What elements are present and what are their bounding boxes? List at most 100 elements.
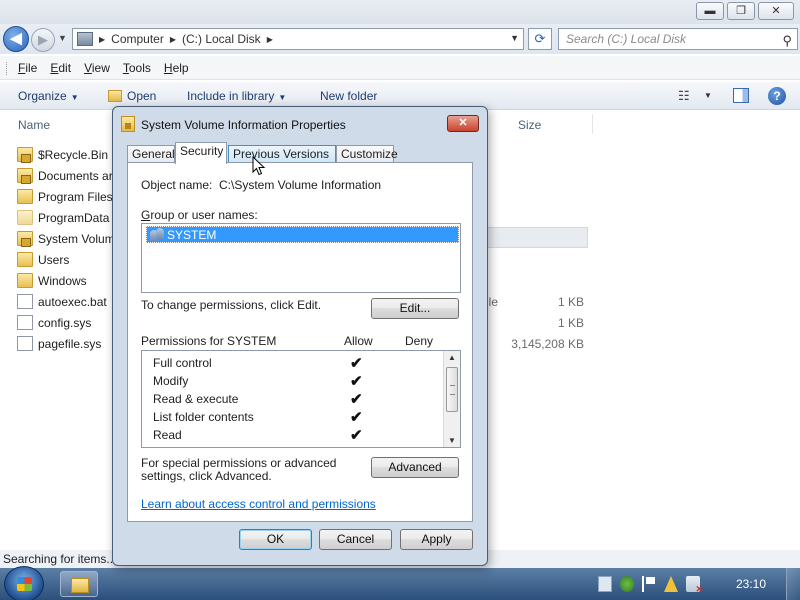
permissions-list[interactable]: Full control ✔ Modify ✔ Read & execute ✔…: [141, 350, 461, 448]
file-name: autoexec.bat: [38, 295, 107, 309]
new-folder-button[interactable]: New folder: [320, 89, 377, 103]
tab-previous-versions[interactable]: Previous Versions: [228, 145, 336, 163]
show-desktop-button[interactable]: [786, 568, 800, 600]
refresh-button[interactable]: ⟳: [528, 28, 552, 50]
properties-dialog: System Volume Information Properties ✕ G…: [112, 106, 488, 566]
file-name: config.sys: [38, 316, 92, 330]
change-view-icon[interactable]: ☷: [678, 88, 690, 104]
permission-name: List folder contents: [153, 410, 254, 424]
menu-grip: [6, 62, 9, 75]
menu-edit[interactable]: Edit: [50, 61, 71, 75]
address-bar[interactable]: ▶ Computer ▶ (C:) Local Disk ▶ ▼: [72, 28, 524, 50]
permission-row: Modify ✔: [153, 372, 443, 390]
file-icon: [17, 336, 33, 351]
notification-icon[interactable]: [598, 576, 612, 592]
apply-button[interactable]: Apply: [400, 529, 473, 550]
permission-name: Full control: [153, 356, 212, 370]
batch-file-icon: [17, 294, 33, 309]
checkmark-icon: ✔: [350, 391, 363, 408]
tab-customize[interactable]: Customize: [336, 145, 398, 163]
include-in-library-button[interactable]: Include in library ▼: [187, 89, 286, 103]
back-button[interactable]: ◀: [3, 26, 29, 52]
locked-folder-icon: [17, 168, 33, 184]
scrollbar-thumb[interactable]: [446, 367, 458, 412]
breadcrumb-separator-icon[interactable]: ▶: [267, 35, 273, 44]
access-control-help-link[interactable]: Learn about access control and permissio…: [141, 497, 376, 511]
tab-general[interactable]: General: [127, 145, 175, 163]
menu-tools[interactable]: Tools: [123, 61, 151, 75]
view-dropdown-icon[interactable]: ▼: [704, 91, 712, 100]
menu-bar: File Edit View Tools Help: [0, 56, 800, 80]
user-name: SYSTEM: [167, 228, 217, 242]
maximize-button[interactable]: ❐: [727, 2, 755, 20]
column-size[interactable]: Size: [518, 118, 541, 132]
change-permissions-text: To change permissions, click Edit.: [141, 298, 322, 312]
checkmark-icon: ✔: [350, 409, 363, 426]
recent-pages-dropdown[interactable]: ▼: [58, 33, 67, 43]
object-name-label: Object name:: [141, 178, 213, 192]
permissions-scrollbar[interactable]: ▲ ▼: [443, 351, 460, 447]
cancel-button[interactable]: Cancel: [319, 529, 392, 550]
address-dropdown-icon[interactable]: ▼: [510, 33, 519, 43]
deny-column-header: Deny: [405, 334, 434, 348]
menu-view[interactable]: View: [84, 61, 110, 75]
column-name[interactable]: Name: [18, 118, 50, 132]
include-label: Include in library: [187, 89, 275, 103]
organize-button[interactable]: Organize ▼: [18, 89, 79, 103]
file-size: 1 KB: [557, 316, 584, 330]
tab-security[interactable]: Security: [175, 142, 227, 164]
locked-folder-icon: [17, 147, 33, 163]
system-tray: [598, 576, 703, 595]
taskbar-clock[interactable]: 23:10: [736, 577, 766, 591]
network-disconnected-icon[interactable]: [686, 576, 703, 595]
allow-column-header: Allow: [344, 334, 373, 348]
file-size: 1 KB: [557, 295, 584, 309]
action-center-flag-icon[interactable]: [642, 576, 656, 592]
advanced-button[interactable]: Advanced: [371, 457, 459, 478]
permission-name: Read: [153, 428, 182, 442]
scroll-down-icon[interactable]: ▼: [448, 436, 456, 445]
scroll-up-icon[interactable]: ▲: [448, 353, 456, 362]
permission-row: List folder contents ✔: [153, 408, 443, 426]
search-placeholder: Search (C:) Local Disk: [566, 32, 687, 46]
minimize-button[interactable]: ▬: [696, 2, 724, 20]
file-name: Documents ar: [38, 169, 113, 183]
search-input[interactable]: Search (C:) Local Disk ⚲: [558, 28, 798, 50]
dialog-close-button[interactable]: ✕: [447, 115, 479, 132]
security-icon[interactable]: [620, 576, 634, 592]
preview-pane-icon[interactable]: [733, 88, 749, 103]
menu-file[interactable]: File: [18, 61, 37, 75]
start-button[interactable]: [4, 566, 44, 600]
checkmark-icon: ✔: [350, 355, 363, 372]
warning-icon[interactable]: [664, 576, 678, 592]
menu-help[interactable]: Help: [164, 61, 189, 75]
permissions-label: Permissions for SYSTEM: [141, 334, 277, 348]
permission-row: Read & execute ✔: [153, 390, 443, 408]
close-button[interactable]: ✕: [758, 2, 794, 20]
taskbar: 23:10: [0, 566, 800, 600]
group-names-label: Group or user names:: [141, 208, 258, 222]
taskbar-explorer-button[interactable]: [60, 571, 98, 597]
chevron-down-icon: ▼: [70, 93, 79, 102]
user-list[interactable]: SYSTEM: [141, 223, 461, 293]
list-item-system[interactable]: SYSTEM: [146, 226, 459, 243]
open-button[interactable]: Open: [108, 89, 156, 103]
file-icon: [17, 315, 33, 330]
file-name: pagefile.sys: [38, 337, 102, 351]
breadcrumb-local-disk[interactable]: (C:) Local Disk: [182, 32, 261, 46]
search-icon[interactable]: ⚲: [782, 31, 792, 51]
address-row: ◀ ▶ ▼ ▶ Computer ▶ (C:) Local Disk ▶ ▼ ⟳…: [0, 24, 800, 54]
users-icon: [150, 228, 164, 241]
ok-button[interactable]: OK: [239, 529, 312, 550]
breadcrumb-computer[interactable]: Computer: [111, 32, 164, 46]
breadcrumb-separator-icon[interactable]: ▶: [99, 35, 105, 44]
help-icon[interactable]: ?: [768, 87, 786, 105]
column-divider[interactable]: [592, 114, 593, 134]
explorer-titlebar: ▬ ❐ ✕: [0, 0, 800, 24]
locked-folder-icon: [17, 231, 33, 247]
edit-button[interactable]: Edit...: [371, 298, 459, 319]
forward-button[interactable]: ▶: [31, 28, 55, 52]
file-name: ProgramData: [38, 211, 110, 225]
file-name: System Volum: [38, 232, 115, 246]
breadcrumb-separator-icon[interactable]: ▶: [170, 35, 176, 44]
